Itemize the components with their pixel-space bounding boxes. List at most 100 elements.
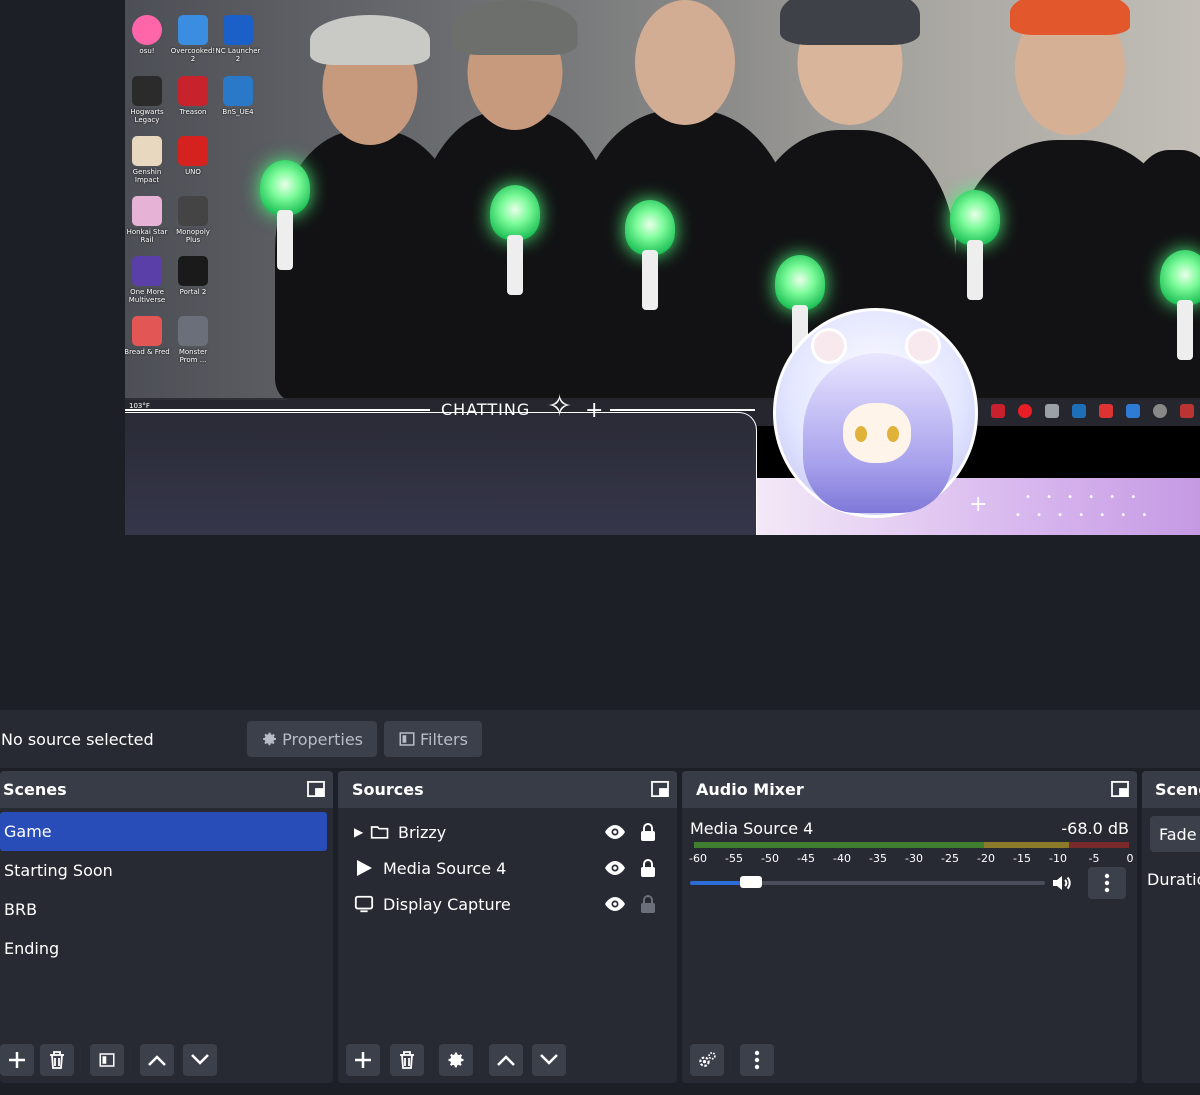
source-label: Display Capture bbox=[383, 894, 511, 914]
meter-tick: -5 bbox=[1088, 852, 1100, 865]
preview-area[interactable]: osu! Overcooked! 2 NC Launcher 2 Hogwart… bbox=[0, 0, 1200, 710]
desktop-icon[interactable]: osu! bbox=[125, 15, 171, 55]
source-status-text: No source selected bbox=[1, 730, 154, 749]
desktop-icon[interactable]: Genshin Impact bbox=[125, 136, 171, 184]
meter-tick: -10 bbox=[1049, 852, 1067, 865]
mixer-options-button[interactable] bbox=[740, 1044, 774, 1076]
toolbar-separator bbox=[80, 1047, 81, 1073]
unlock-icon[interactable] bbox=[640, 895, 656, 913]
meter-tick: -40 bbox=[833, 852, 851, 865]
scene-item-brb[interactable]: BRB bbox=[0, 890, 333, 929]
desktop-icon[interactable]: Honkai Star Rail bbox=[125, 196, 171, 244]
transition-select[interactable]: Fade bbox=[1150, 816, 1200, 852]
volume-meter bbox=[694, 842, 1129, 848]
scene-filters-button[interactable] bbox=[90, 1044, 124, 1076]
gear-icon bbox=[448, 1052, 464, 1068]
expand-caret-icon[interactable]: ▶ bbox=[354, 825, 363, 839]
scenes-dock: Scenes Game Starting Soon BRB Ending bbox=[0, 771, 333, 1083]
scene-list[interactable]: Game Starting Soon BRB Ending bbox=[0, 812, 333, 968]
desktop-icon[interactable]: Monster Prom ... bbox=[169, 316, 217, 364]
desktop-icon[interactable]: One More Multiverse bbox=[125, 256, 171, 304]
add-scene-button[interactable] bbox=[0, 1044, 34, 1076]
meter-tick: -35 bbox=[869, 852, 887, 865]
scene-item-game[interactable]: Game bbox=[0, 812, 327, 851]
scene-item-ending[interactable]: Ending bbox=[0, 929, 333, 968]
source-item-brizzy[interactable]: ▶ Brizzy bbox=[338, 814, 677, 850]
properties-button[interactable]: Properties bbox=[247, 721, 377, 757]
source-label: Media Source 4 bbox=[383, 858, 507, 878]
tray-icon bbox=[1045, 404, 1059, 418]
desktop-icon[interactable]: UNO bbox=[169, 136, 217, 176]
add-source-button[interactable] bbox=[346, 1044, 380, 1076]
tray-icon bbox=[1072, 404, 1086, 418]
meter-tick: -45 bbox=[797, 852, 815, 865]
remove-source-button[interactable] bbox=[390, 1044, 424, 1076]
meter-tick: -25 bbox=[941, 852, 959, 865]
meter-tick: -30 bbox=[905, 852, 923, 865]
source-label: Brizzy bbox=[398, 822, 447, 842]
gears-icon bbox=[699, 1052, 716, 1067]
background-photo bbox=[125, 0, 1200, 400]
desktop-icon[interactable]: Portal 2 bbox=[169, 256, 217, 296]
move-source-up-button[interactable] bbox=[489, 1044, 523, 1076]
source-item-display-capture[interactable]: Display Capture bbox=[338, 886, 677, 922]
lightstick bbox=[1155, 250, 1200, 360]
eye-icon[interactable] bbox=[604, 896, 626, 912]
vtuber-avatar bbox=[773, 308, 988, 528]
desktop-icon[interactable]: Bread & Fred bbox=[125, 316, 171, 356]
preview-canvas[interactable]: osu! Overcooked! 2 NC Launcher 2 Hogwart… bbox=[125, 0, 1200, 535]
meter-tick: -15 bbox=[1013, 852, 1031, 865]
scene-item-starting-soon[interactable]: Starting Soon bbox=[0, 851, 333, 890]
move-scene-down-button[interactable] bbox=[183, 1044, 217, 1076]
tray-icon bbox=[991, 404, 1005, 418]
volume-slider-thumb[interactable] bbox=[739, 876, 762, 888]
desktop-icon[interactable]: NC Launcher 2 bbox=[214, 15, 262, 63]
desktop-icon[interactable]: Overcooked! 2 bbox=[169, 15, 217, 63]
plus-sparkle-icon: + bbox=[585, 398, 604, 423]
mixer-menu-button[interactable] bbox=[1088, 867, 1126, 899]
scene-transitions-title: Scene bbox=[1155, 780, 1200, 799]
desktop-icon[interactable]: Treason bbox=[169, 76, 217, 116]
tray-icon bbox=[1180, 404, 1194, 418]
filter-icon bbox=[399, 732, 415, 746]
mixer-channel-name: Media Source 4 bbox=[690, 819, 814, 838]
properties-label: Properties bbox=[282, 729, 363, 749]
mixer-toolbar bbox=[682, 1041, 1137, 1083]
undock-icon[interactable] bbox=[651, 781, 669, 797]
advanced-audio-button[interactable] bbox=[690, 1044, 724, 1076]
kebab-menu-icon bbox=[1104, 873, 1110, 893]
move-scene-up-button[interactable] bbox=[140, 1044, 174, 1076]
meter-tick: -50 bbox=[761, 852, 779, 865]
volume-slider[interactable] bbox=[690, 876, 1045, 888]
chevron-down-icon bbox=[191, 1054, 209, 1065]
chevron-down-icon bbox=[540, 1054, 558, 1065]
move-source-down-button[interactable] bbox=[532, 1044, 566, 1076]
desktop-icon[interactable]: Monopoly Plus bbox=[169, 196, 217, 244]
scenes-header: Scenes bbox=[0, 771, 333, 808]
lock-icon[interactable] bbox=[640, 859, 656, 877]
undock-icon[interactable] bbox=[1111, 781, 1129, 797]
tray-icon bbox=[1018, 404, 1032, 418]
eye-icon[interactable] bbox=[604, 860, 626, 876]
sources-header: Sources bbox=[338, 771, 677, 808]
meter-scale: -60 -55 -50 -45 -40 -35 -30 -25 -20 -15 -10 -5 0 bbox=[689, 852, 1135, 866]
tray-icon bbox=[1099, 404, 1113, 418]
lightstick bbox=[255, 160, 315, 270]
desktop-icon[interactable]: BnS_UE4 bbox=[214, 76, 262, 116]
toolbar-separator bbox=[730, 1047, 731, 1073]
source-properties-button[interactable] bbox=[439, 1044, 473, 1076]
sparkle-icon: ✧ bbox=[547, 389, 573, 424]
desktop-icon[interactable]: Hogwarts Legacy bbox=[125, 76, 171, 124]
filters-button[interactable]: Filters bbox=[384, 721, 482, 757]
speaker-icon[interactable] bbox=[1050, 871, 1074, 895]
lock-icon[interactable] bbox=[640, 823, 656, 841]
overlay-title: CHATTING bbox=[441, 400, 531, 419]
scene-transitions-dock: Scene Fade Duratio bbox=[1142, 771, 1200, 1083]
lightstick bbox=[945, 190, 1005, 300]
source-item-media-source-4[interactable]: Media Source 4 bbox=[338, 850, 677, 886]
remove-scene-button[interactable] bbox=[40, 1044, 74, 1076]
undock-icon[interactable] bbox=[307, 781, 325, 797]
source-list[interactable]: ▶ Brizzy Media Source 4 Display Capture bbox=[338, 808, 677, 922]
meter-tick: 0 bbox=[1126, 852, 1134, 865]
eye-icon[interactable] bbox=[604, 824, 626, 840]
